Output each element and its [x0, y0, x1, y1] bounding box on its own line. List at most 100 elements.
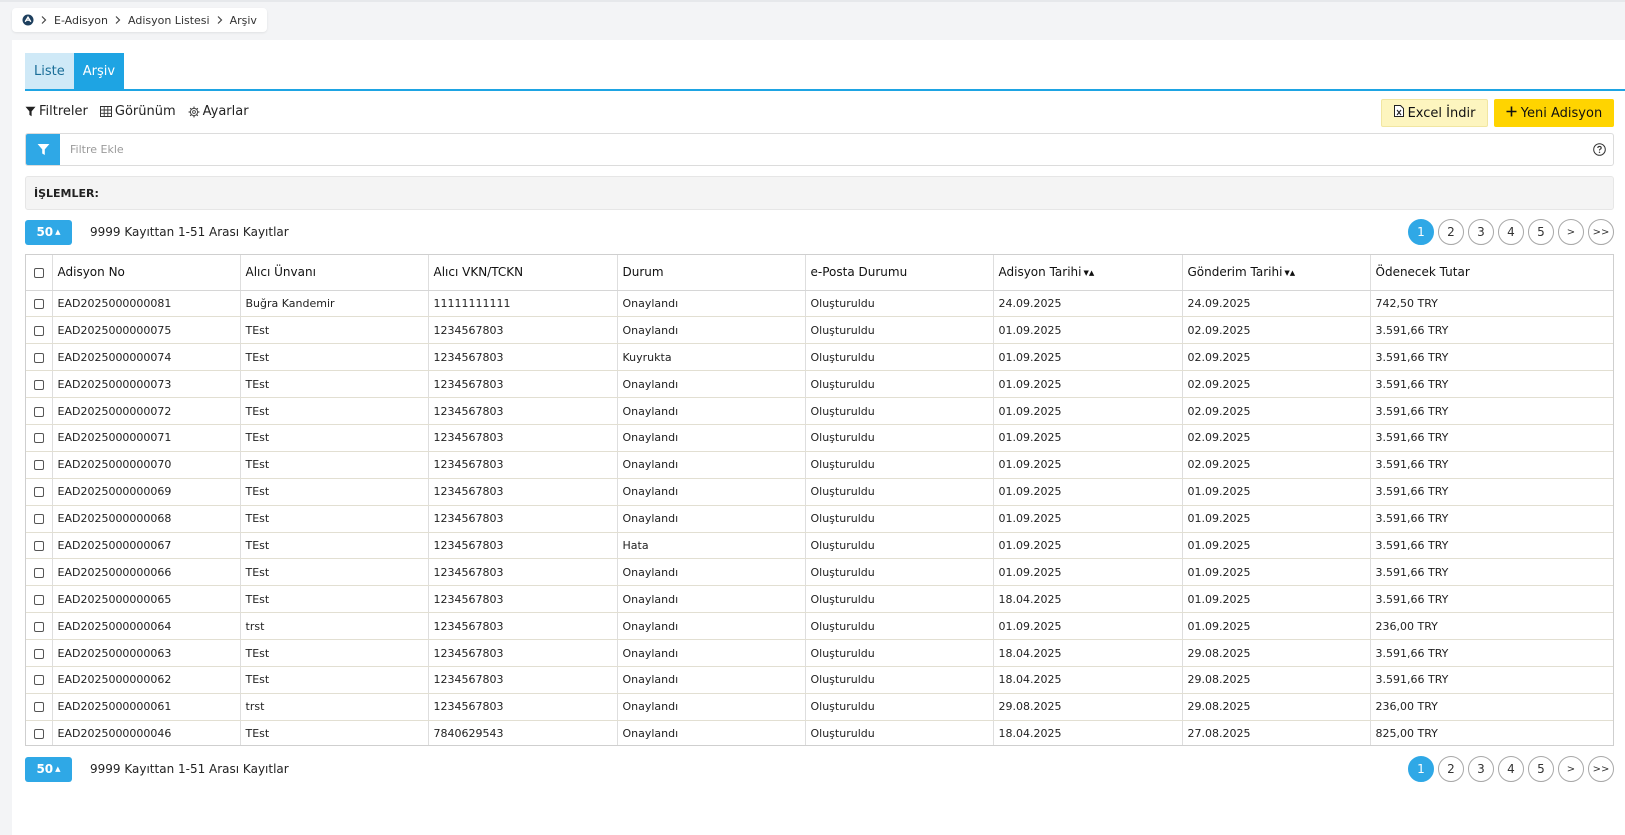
view-button[interactable]: Görünüm: [99, 104, 176, 119]
filters-button[interactable]: Filtreler: [25, 104, 88, 119]
page-button-5[interactable]: 5: [1528, 219, 1554, 245]
adisyon-tarihi-cell: 01.09.2025: [993, 397, 1183, 425]
page-button-4[interactable]: 4: [1498, 756, 1524, 782]
next-page-button[interactable]: >: [1558, 756, 1584, 782]
table-row[interactable]: EAD2025000000046 TEst 7840629543 Onaylandı O…: [26, 720, 1613, 745]
odenecek-tutar-cell: 236,00 TRY: [1370, 693, 1613, 721]
eposta-durumu-cell: Oluşturuldu: [805, 451, 994, 479]
alici-unvani-cell: TEst: [240, 397, 429, 425]
column-header-label: Adisyon Tarihi: [998, 265, 1082, 280]
row-checkbox[interactable]: [33, 460, 44, 471]
sort-icon[interactable]: ▼▲: [1083, 269, 1094, 277]
row-checkbox[interactable]: [33, 675, 44, 686]
adisyon-tarihi-cell: 18.04.2025: [993, 585, 1183, 614]
row-checkbox-cell: [26, 558, 53, 587]
tab-arsiv[interactable]: Arşiv: [73, 53, 125, 89]
table-row[interactable]: EAD2025000000063 TEst 1234567803 Onaylandı O…: [26, 639, 1613, 667]
durum-cell: Onaylandı: [617, 505, 806, 533]
table-row[interactable]: EAD2025000000069 TEst 1234567803 Onaylandı O…: [26, 478, 1613, 506]
column-header-odenecek-tutar[interactable]: Ödenecek Tutar: [1370, 255, 1613, 291]
row-checkbox[interactable]: [33, 729, 44, 740]
page-button-3[interactable]: 3: [1468, 219, 1494, 245]
breadcrumb-item-arsiv[interactable]: Arşiv: [230, 14, 257, 27]
column-header-alici-vkn[interactable]: Alıcı VKN/TCKN: [428, 255, 618, 291]
new-adisyon-label: Yeni Adisyon: [1520, 105, 1603, 121]
new-adisyon-button[interactable]: Yeni Adisyon: [1494, 99, 1614, 127]
page-button-1[interactable]: 1: [1408, 756, 1434, 782]
column-header-durum[interactable]: Durum: [617, 255, 806, 291]
row-checkbox-cell: [26, 585, 53, 614]
page-button-5[interactable]: 5: [1528, 756, 1554, 782]
row-checkbox[interactable]: [33, 406, 44, 417]
caret-up-icon: ▲: [55, 228, 61, 236]
row-checkbox[interactable]: [33, 298, 44, 309]
tab-liste[interactable]: Liste: [25, 53, 74, 89]
table-row[interactable]: EAD2025000000074 TEst 1234567803 Kuyrukta Ol…: [26, 343, 1613, 372]
settings-button[interactable]: Ayarlar: [188, 104, 249, 119]
tab-bar: Liste Arşiv: [25, 53, 125, 89]
column-header-eposta-durumu[interactable]: e-Posta Durumu: [805, 255, 994, 291]
table-row[interactable]: EAD2025000000072 TEst 1234567803 Onaylandı O…: [26, 397, 1613, 425]
table-row[interactable]: EAD2025000000064 trst 1234567803 Onaylandı O…: [26, 612, 1613, 641]
row-checkbox[interactable]: [33, 540, 44, 551]
row-checkbox-cell: [26, 666, 53, 694]
adisyon-tarihi-cell: 01.09.2025: [993, 451, 1183, 479]
row-checkbox[interactable]: [33, 379, 44, 390]
eposta-durumu-cell: Oluşturuldu: [805, 585, 994, 614]
breadcrumb-item-e-adisyon[interactable]: E-Adisyon: [54, 14, 108, 27]
select-all-checkbox[interactable]: [33, 267, 44, 278]
home-logo-icon[interactable]: [22, 14, 34, 26]
page-button-2[interactable]: 2: [1438, 756, 1464, 782]
row-checkbox[interactable]: [33, 648, 44, 659]
table-row[interactable]: EAD2025000000071 TEst 1234567803 Onaylandı O…: [26, 424, 1613, 452]
odenecek-tutar-cell: 3.591,66 TRY: [1370, 585, 1613, 614]
gonderim-tarihi-cell: 02.09.2025: [1182, 316, 1371, 345]
alici-unvani-cell: TEst: [240, 558, 429, 587]
row-checkbox[interactable]: [33, 594, 44, 605]
row-checkbox[interactable]: [33, 514, 44, 525]
row-checkbox[interactable]: [33, 487, 44, 498]
table-row[interactable]: EAD2025000000061 trst 1234567803 Onaylandı O…: [26, 693, 1613, 721]
eposta-durumu-cell: Oluşturuldu: [805, 693, 994, 721]
table-row[interactable]: EAD2025000000067 TEst 1234567803 Hata Oluştu…: [26, 532, 1613, 560]
last-page-button[interactable]: >>: [1588, 219, 1614, 245]
alici-vkn-cell: 1234567803: [428, 639, 618, 667]
adisyon-no-cell: EAD2025000000074: [52, 343, 241, 372]
table-row[interactable]: EAD2025000000075 TEst 1234567803 Onaylandı O…: [26, 316, 1613, 345]
odenecek-tutar-cell: 3.591,66 TRY: [1370, 316, 1613, 345]
row-checkbox[interactable]: [33, 567, 44, 578]
column-header-alici-unvani[interactable]: Alıcı Ünvanı: [240, 255, 429, 291]
last-page-button[interactable]: >>: [1588, 756, 1614, 782]
excel-download-button[interactable]: Excel İndir: [1381, 99, 1488, 127]
page-button-1[interactable]: 1: [1408, 219, 1434, 245]
table-row[interactable]: EAD2025000000081 Buğra Kandemir 1111111111…: [26, 290, 1613, 318]
row-checkbox[interactable]: [33, 433, 44, 444]
table-row[interactable]: EAD2025000000062 TEst 1234567803 Onaylandı O…: [26, 666, 1613, 694]
page-size-select[interactable]: 50 ▲: [25, 219, 72, 245]
table-row[interactable]: EAD2025000000068 TEst 1234567803 Onaylandı O…: [26, 505, 1613, 533]
column-header-gonderim-tarihi[interactable]: Gönderim Tarihi ▼▲: [1182, 255, 1371, 291]
breadcrumb-item-adisyon-listesi[interactable]: Adisyon Listesi: [128, 14, 210, 27]
next-page-button[interactable]: >: [1558, 219, 1584, 245]
adisyon-tarihi-cell: 18.04.2025: [993, 666, 1183, 694]
row-checkbox[interactable]: [33, 621, 44, 632]
column-header-adisyon-tarihi[interactable]: Adisyon Tarihi ▼▲: [993, 255, 1183, 291]
row-checkbox[interactable]: [33, 352, 44, 363]
table-row[interactable]: EAD2025000000065 TEst 1234567803 Onaylandı O…: [26, 585, 1613, 614]
alici-unvani-cell: trst: [240, 612, 429, 641]
page-size-select[interactable]: 50 ▲: [25, 756, 72, 782]
table-row[interactable]: EAD2025000000073 TEst 1234567803 Onaylandı O…: [26, 370, 1613, 399]
filter-icon[interactable]: [26, 134, 60, 165]
question-circle-icon[interactable]: [1585, 143, 1613, 156]
page-button-2[interactable]: 2: [1438, 219, 1464, 245]
sort-icon[interactable]: ▼▲: [1284, 269, 1295, 277]
table-row[interactable]: EAD2025000000070 TEst 1234567803 Onaylandı O…: [26, 451, 1613, 479]
row-checkbox[interactable]: [33, 325, 44, 336]
gonderim-tarihi-cell: 29.08.2025: [1182, 666, 1371, 694]
filter-input[interactable]: [60, 134, 1585, 165]
table-row[interactable]: EAD2025000000066 TEst 1234567803 Onaylandı O…: [26, 558, 1613, 587]
row-checkbox[interactable]: [33, 702, 44, 713]
page-button-4[interactable]: 4: [1498, 219, 1524, 245]
page-button-3[interactable]: 3: [1468, 756, 1494, 782]
column-header-adisyon-no[interactable]: Adisyon No: [52, 255, 241, 291]
